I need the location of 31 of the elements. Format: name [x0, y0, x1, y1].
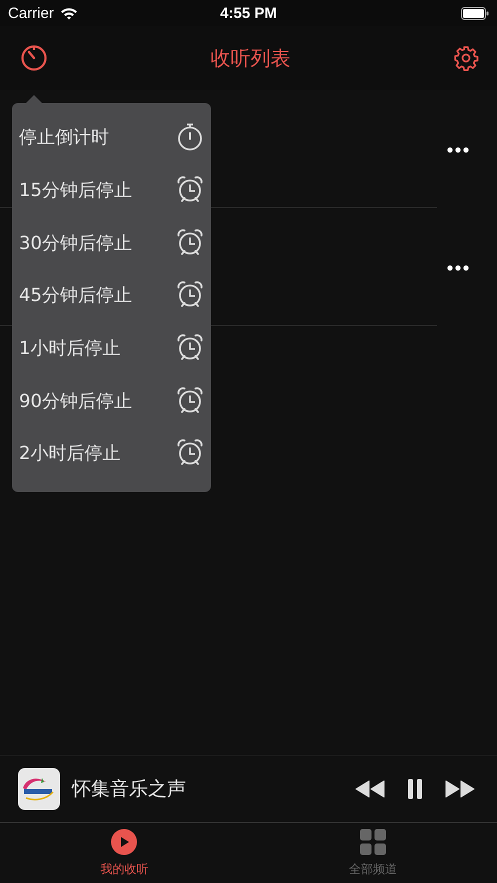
alarm-clock-icon — [177, 281, 203, 310]
station-logo-icon — [18, 768, 60, 810]
alarm-clock-icon — [177, 386, 203, 415]
tab[interactable]: 我的收听 — [0, 823, 248, 883]
menu-item[interactable]: 90分钟后停止 — [12, 374, 211, 428]
settings-icon[interactable] — [453, 45, 479, 71]
alarm-clock-icon — [177, 228, 203, 257]
grid-icon — [360, 829, 386, 855]
alarm-clock-icon — [177, 176, 203, 204]
stopwatch-icon — [177, 123, 203, 152]
menu-item[interactable]: 30分钟后停止 — [12, 216, 211, 270]
menu-item[interactable]: 停止倒计时 — [12, 111, 211, 164]
rewind-icon[interactable] — [355, 780, 385, 798]
play-circle-icon — [111, 829, 138, 855]
clock-time: 4:55 PM — [220, 4, 277, 22]
station-name: 怀集音乐之声 — [72, 777, 187, 802]
timer-icon[interactable] — [20, 44, 48, 72]
menu-item[interactable]: 2小时后停止 — [12, 427, 211, 480]
alarm-clock-icon — [177, 334, 203, 362]
carrier-label: Carrier — [8, 4, 54, 22]
page-title: 收听列表 — [210, 44, 290, 72]
alarm-clock-icon — [177, 439, 203, 468]
battery-icon — [461, 6, 489, 20]
pause-icon[interactable] — [407, 779, 423, 799]
more-icon[interactable] — [447, 265, 469, 271]
more-icon[interactable] — [447, 147, 469, 153]
menu-item[interactable]: 1小时后停止 — [12, 322, 211, 374]
menu-item[interactable]: 15分钟后停止 — [12, 164, 211, 216]
menu-item[interactable]: 45分钟后停止 — [12, 269, 211, 322]
fast-forward-icon[interactable] — [445, 780, 475, 798]
wifi-icon — [60, 6, 78, 20]
